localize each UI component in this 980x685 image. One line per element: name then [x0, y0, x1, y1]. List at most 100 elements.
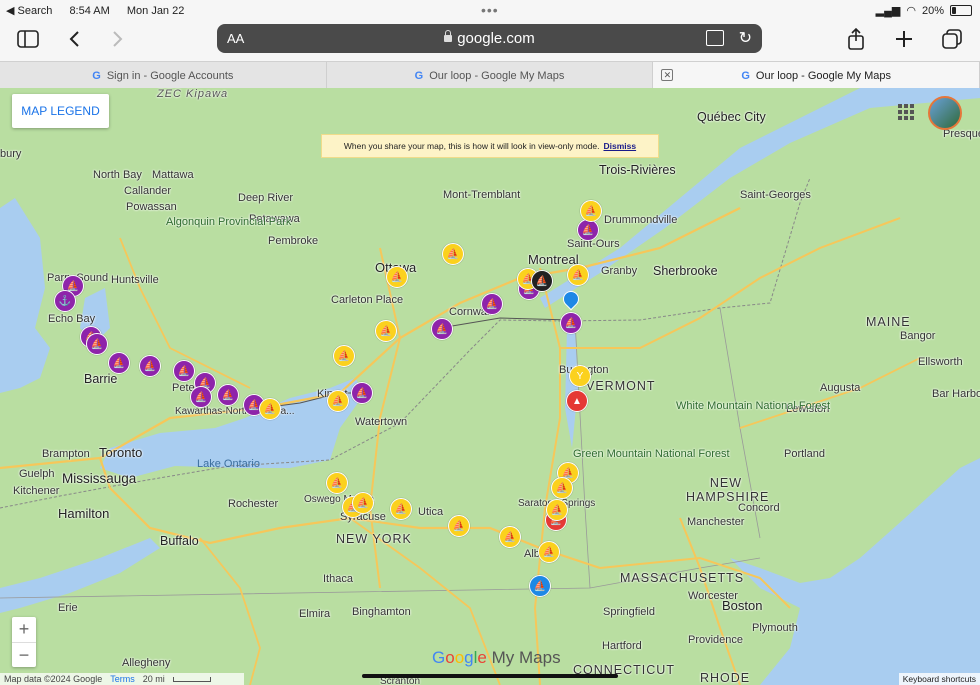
- sailboat-icon[interactable]: ⛵: [326, 472, 348, 494]
- sailboat-icon[interactable]: ⛵: [529, 575, 551, 597]
- status-date: Mon Jan 22: [126, 5, 185, 17]
- label-portland: Portland: [784, 448, 825, 460]
- mountain-icon[interactable]: ▲: [566, 390, 588, 412]
- sailboat-icon[interactable]: ⛵: [139, 355, 161, 377]
- sailboat-icon[interactable]: ⛵: [217, 384, 239, 406]
- zoom-out-button[interactable]: −: [12, 643, 36, 668]
- sailboat-icon[interactable]: ⛵: [546, 499, 568, 521]
- anchor-icon[interactable]: ⚓: [54, 290, 76, 312]
- label-erie: Erie: [58, 602, 78, 614]
- label-quebec-city: Québec City: [697, 110, 766, 124]
- label-powassan: Powassan: [126, 201, 177, 213]
- sailboat-icon[interactable]: ⛵: [333, 345, 355, 367]
- reload-icon[interactable]: ↻: [739, 28, 752, 48]
- sailboat-icon[interactable]: ⛵: [327, 390, 349, 412]
- reader-icon[interactable]: [706, 30, 724, 46]
- tab-sign-in[interactable]: G Sign in - Google Accounts: [0, 62, 327, 89]
- map-canvas[interactable]: Québec City Presque bury ZEC Kipawa Nort…: [0, 88, 980, 685]
- label-green-mountain: Green Mountain National Forest: [573, 448, 730, 460]
- label-bury: bury: [0, 148, 22, 160]
- tab-our-loop[interactable]: G Our loop - Google My Maps: [327, 62, 654, 89]
- share-icon[interactable]: [842, 26, 870, 52]
- sailboat-icon[interactable]: ⛵: [352, 492, 374, 514]
- zoom-in-button[interactable]: +: [12, 617, 36, 643]
- sailboat-icon[interactable]: ⛵: [538, 541, 560, 563]
- label-rochester: Rochester: [228, 498, 279, 510]
- label-boston: Boston: [722, 598, 763, 613]
- label-lake-ontario: Lake Ontario: [197, 458, 260, 470]
- sailboat-icon[interactable]: ⛵: [86, 333, 108, 355]
- sailboat-icon[interactable]: ⛵: [551, 477, 573, 499]
- sailboat-icon[interactable]: ⛵: [577, 219, 599, 241]
- label-manchester: Manchester: [687, 516, 745, 528]
- google-favicon-icon: G: [414, 69, 424, 82]
- lock-icon: [444, 30, 453, 42]
- label-guelph: Guelph: [19, 468, 55, 480]
- label-maine: MAINE: [866, 315, 911, 329]
- label-elmira: Elmira: [299, 608, 331, 620]
- label-mattawa: Mattawa: [152, 169, 194, 181]
- home-indicator[interactable]: [362, 674, 618, 678]
- label-granby: Granby: [601, 265, 638, 277]
- back-chevron-icon[interactable]: [60, 26, 88, 52]
- sailboat-icon[interactable]: ⛵: [386, 266, 408, 288]
- tab-our-loop-active[interactable]: ✕ G Our loop - Google My Maps: [653, 62, 980, 89]
- label-utica: Utica: [418, 506, 444, 518]
- label-huntsville: Huntsville: [111, 274, 159, 286]
- label-new-york: NEW YORK: [336, 532, 412, 546]
- label-providence: Providence: [688, 634, 744, 646]
- apps-grid-icon[interactable]: [898, 104, 914, 120]
- label-algonquin: Algonquin Provincial Park: [166, 216, 292, 228]
- keyboard-shortcuts-link[interactable]: Keyboard shortcuts: [898, 673, 980, 685]
- sailboat-icon[interactable]: ⛵: [580, 200, 602, 222]
- sailboat-icon[interactable]: ⛵: [390, 498, 412, 520]
- new-tab-icon[interactable]: [890, 26, 918, 52]
- multitask-dots-icon[interactable]: •••: [481, 2, 499, 18]
- sailboat-icon[interactable]: ⛵: [448, 515, 470, 537]
- label-trois-rivieres: Trois-Rivières: [599, 163, 676, 177]
- back-to-app[interactable]: ◀ Search: [6, 5, 52, 17]
- sailboat-icon[interactable]: ⛵: [108, 352, 130, 374]
- sailboat-icon[interactable]: ⛵: [442, 243, 464, 265]
- dismiss-link[interactable]: Dismiss: [603, 141, 636, 151]
- forward-chevron-icon[interactable]: [104, 26, 132, 52]
- label-deep-river: Deep River: [238, 192, 294, 204]
- sailboat-icon[interactable]: ⛵: [173, 360, 195, 382]
- sailboat-icon[interactable]: ⛵: [351, 382, 373, 404]
- status-bar: ◀ Search 8:54 AM Mon Jan 22 ••• ▂▄▆ ◠ 20…: [0, 0, 980, 20]
- terms-link[interactable]: Terms: [110, 674, 135, 684]
- sailboat-icon[interactable]: ⛵: [560, 312, 582, 334]
- sailboat-icon[interactable]: ⛵: [499, 526, 521, 548]
- label-montreal: Montreal: [528, 252, 579, 267]
- label-ithaca: Ithaca: [323, 573, 353, 585]
- sailboat-icon[interactable]: ⛵: [259, 398, 281, 420]
- sailboat-icon[interactable]: ⛵: [375, 320, 397, 342]
- avatar[interactable]: [928, 96, 962, 130]
- sailboat-icon[interactable]: ⛵: [431, 318, 453, 340]
- label-toronto: Toronto: [99, 445, 143, 460]
- sailboat-icon[interactable]: ⛵: [190, 386, 212, 408]
- label-bar-harbor: Bar Harbor: [932, 388, 980, 400]
- label-hartford: Hartford: [602, 640, 642, 652]
- map-legend-button[interactable]: MAP LEGEND: [12, 94, 109, 128]
- sailboat-icon[interactable]: ⛵: [531, 270, 553, 292]
- label-binghamton: Binghamton: [352, 606, 411, 618]
- label-zec-kipawa: ZEC Kipawa: [157, 88, 229, 100]
- label-drummondville: Drummondville: [604, 214, 678, 226]
- wifi-icon: ◠: [906, 5, 916, 17]
- sailboat-icon[interactable]: ⛵: [481, 293, 503, 315]
- address-bar[interactable]: AA google.com ↻: [217, 24, 762, 53]
- label-augusta: Augusta: [820, 382, 861, 394]
- label-massachusetts: MASSACHUSETTS: [620, 571, 745, 585]
- scale-label: 20 mi: [142, 674, 165, 684]
- tabs-icon[interactable]: [938, 26, 966, 52]
- label-hamilton: Hamilton: [58, 506, 110, 521]
- sailboat-icon[interactable]: ⛵: [567, 264, 589, 286]
- google-my-maps-logo: Google My Maps: [432, 648, 561, 667]
- trophy-icon[interactable]: Y: [569, 365, 591, 387]
- sidebar-icon[interactable]: [14, 26, 42, 52]
- signal-icon: ▂▄▆: [875, 5, 901, 17]
- label-watertown: Watertown: [355, 416, 408, 428]
- close-tab-icon[interactable]: ✕: [661, 69, 674, 81]
- zoom-control: + −: [12, 617, 36, 667]
